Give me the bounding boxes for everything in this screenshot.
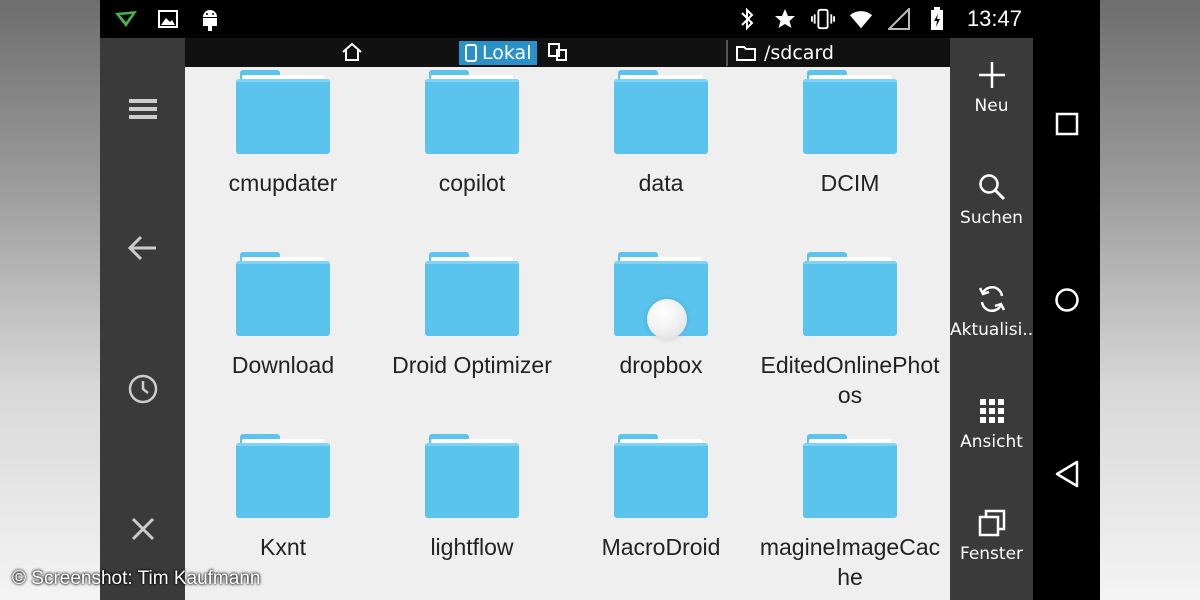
wifi-icon	[849, 7, 873, 31]
back-arrow-icon[interactable]	[122, 227, 164, 269]
folder-name: EditedOnlinePhotos	[760, 352, 940, 408]
folder-name: copilot	[438, 170, 506, 196]
plus-icon	[978, 62, 1005, 88]
star-icon	[773, 7, 797, 31]
search-icon	[978, 174, 1005, 201]
folder-name: data	[638, 170, 684, 196]
folder-item[interactable]: cmupdater	[188, 70, 378, 198]
signal-icon	[887, 7, 911, 31]
folder-name: lightflow	[430, 534, 514, 560]
devices-icon[interactable]	[547, 42, 569, 67]
android-icon	[198, 7, 222, 31]
folder-name: Droid Optimizer	[392, 352, 552, 378]
folder-item[interactable]: copilot	[377, 70, 567, 198]
folder-item[interactable]: MacroDroid	[566, 434, 756, 562]
refresh-button[interactable]: Aktualisi...	[950, 284, 1033, 340]
folder-item[interactable]: lightflow	[377, 434, 567, 562]
folder-name: Kxnt	[259, 534, 307, 560]
path-text: /sdcard	[764, 42, 834, 64]
folder-icon	[236, 434, 330, 518]
folder-icon	[236, 252, 330, 336]
view-label: Ansicht	[960, 432, 1023, 452]
back-triangle-icon[interactable]	[1049, 456, 1085, 492]
refresh-icon	[978, 286, 1005, 312]
right-rail: Neu Suchen Aktualisi... Ansicht Fenster	[950, 38, 1033, 600]
folder-name: magineImageCache	[759, 534, 941, 590]
search-label: Suchen	[960, 208, 1023, 228]
folder-name: MacroDroid	[601, 534, 721, 560]
image-icon	[156, 7, 180, 31]
location-tab-lokal[interactable]: Lokal	[459, 41, 538, 65]
status-bar: 13:47	[100, 0, 1100, 38]
location-label: Lokal	[482, 42, 532, 64]
battery-icon	[925, 7, 949, 31]
path-bar: Lokal /sdcard	[185, 38, 1050, 67]
folder-item[interactable]: EditedOnlinePhotos	[755, 252, 945, 410]
phone-screen: 13:47 Lokal /sdcard cmupdater copilot da…	[100, 0, 1100, 600]
folder-outline-icon	[736, 46, 756, 61]
screenshot-credit: © Screenshot: Tim Kaufmann	[12, 568, 261, 589]
folder-name: Download	[231, 352, 335, 378]
folder-icon	[614, 434, 708, 518]
new-label: Neu	[974, 96, 1009, 116]
folder-name: dropbox	[619, 352, 703, 378]
loading-indicator	[647, 299, 687, 339]
file-grid: cmupdater copilot data DCIM Download Dro…	[185, 67, 1050, 600]
vibrate-icon	[810, 7, 835, 31]
menu-icon[interactable]	[122, 88, 164, 130]
folder-icon	[803, 70, 897, 154]
search-button[interactable]: Suchen	[950, 172, 1033, 228]
folder-item[interactable]: data	[566, 70, 756, 198]
android-nav-bar	[1033, 0, 1100, 600]
folder-name: cmupdater	[228, 170, 338, 196]
folder-icon	[425, 70, 519, 154]
status-clock: 13:47	[966, 6, 1022, 31]
new-button[interactable]: Neu	[950, 60, 1033, 116]
refresh-label: Aktualisi...	[950, 320, 1033, 340]
folder-item[interactable]: Kxnt	[188, 434, 378, 562]
view-button[interactable]: Ansicht	[950, 396, 1033, 452]
phone-icon	[465, 44, 477, 62]
history-icon[interactable]	[122, 368, 164, 410]
folder-icon	[803, 252, 897, 336]
grid-icon	[979, 399, 1004, 423]
notification-arrow-icon	[114, 7, 138, 31]
home-icon[interactable]	[341, 42, 363, 67]
recents-icon[interactable]	[1049, 106, 1085, 142]
folder-icon	[425, 434, 519, 518]
home-circle-icon[interactable]	[1049, 282, 1085, 318]
close-icon[interactable]	[122, 508, 164, 550]
folder-name: DCIM	[820, 170, 880, 196]
windows-label: Fenster	[959, 544, 1024, 564]
windows-button[interactable]: Fenster	[950, 508, 1033, 564]
path-divider	[726, 40, 728, 66]
folder-icon	[425, 252, 519, 336]
windows-icon	[978, 509, 1005, 537]
folder-item[interactable]: magineImageCache	[755, 434, 945, 592]
folder-item[interactable]: Download	[188, 252, 378, 380]
folder-item[interactable]: DCIM	[755, 70, 945, 198]
folder-icon	[236, 70, 330, 154]
folder-icon	[614, 70, 708, 154]
folder-icon	[803, 434, 897, 518]
folder-item[interactable]: Droid Optimizer	[377, 252, 567, 380]
current-path[interactable]: /sdcard	[736, 42, 834, 64]
left-rail	[100, 38, 185, 600]
bluetooth-icon	[735, 7, 759, 31]
